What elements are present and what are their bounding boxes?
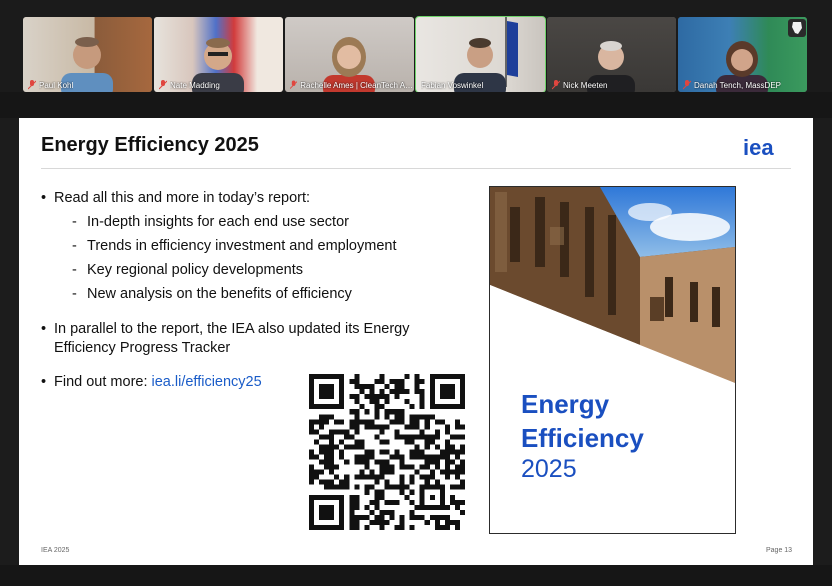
participant-strip: Paul Kohl Nate Madding Rachelle Ames | C… (0, 0, 832, 118)
participant-tile[interactable]: Paul Kohl (23, 17, 152, 92)
report-link[interactable]: iea.li/efficiency25 (152, 374, 262, 390)
slide-footer-left: IEA 2025 (41, 547, 70, 554)
mic-muted-icon (159, 80, 167, 90)
participant-name: Fabian Voswinkel (421, 80, 484, 90)
qr-code[interactable] (309, 374, 465, 530)
svg-text:iea: iea (743, 137, 774, 159)
mic-muted-icon (683, 80, 691, 90)
slide-title: Energy Efficiency 2025 (41, 134, 259, 156)
participant-tile[interactable]: Nick Meeten (547, 17, 676, 92)
map-pin-icon[interactable] (788, 19, 806, 37)
bottom-bar (0, 565, 832, 586)
cover-year: 2025 (521, 455, 577, 483)
participant-name: Nate Madding (170, 80, 220, 90)
participant-tile-active[interactable]: Fabian Voswinkel (415, 16, 546, 93)
participant-name: Rachelle Ames | CleanTech Allian... (300, 80, 414, 90)
participant-name: Danah Tench, MassDEP (694, 80, 782, 90)
participant-tile[interactable]: Rachelle Ames | CleanTech Allian... (285, 17, 414, 92)
participant-name: Paul Kohl (39, 80, 74, 90)
cover-title: Energy Efficiency (521, 389, 644, 453)
slide-page-number: Page 13 (766, 547, 793, 554)
iea-logo: iea (743, 137, 774, 159)
shared-slide: Energy Efficiency 2025 iea • Read all th… (19, 118, 813, 565)
report-cover: Energy Efficiency 2025 (489, 186, 736, 534)
strip-divider (0, 92, 832, 118)
mic-muted-icon (290, 80, 298, 89)
mic-muted-icon (552, 80, 560, 90)
participant-name: Nick Meeten (563, 80, 608, 90)
title-divider (41, 168, 791, 169)
participant-tile[interactable]: Nate Madding (154, 17, 283, 92)
mic-muted-icon (28, 80, 36, 90)
